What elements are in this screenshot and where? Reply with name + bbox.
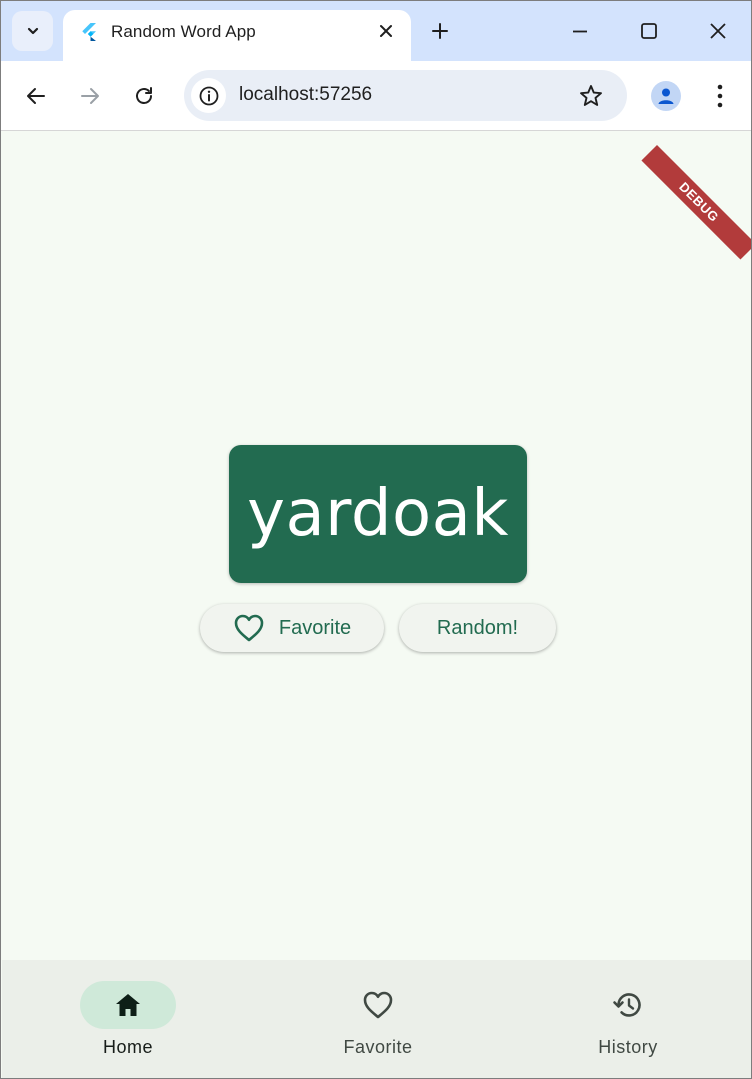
close-icon[interactable] <box>377 22 395 40</box>
url-text[interactable]: localhost:57256 <box>239 84 372 106</box>
profile-avatar[interactable] <box>651 81 681 111</box>
flutter-icon <box>82 23 96 41</box>
favorite-button[interactable]: Favorite <box>200 604 384 652</box>
nav-item-favorite[interactable]: Favorite <box>288 960 468 1078</box>
home-icon <box>116 994 140 1016</box>
nav-label-favorite: Favorite <box>343 1037 413 1057</box>
current-word: yardoak <box>247 477 509 551</box>
address-bar[interactable]: localhost:57256 <box>184 70 627 121</box>
heart-outline-icon <box>234 614 264 642</box>
minimize-icon[interactable] <box>570 21 590 41</box>
nav-label-history: History <box>598 1037 658 1057</box>
word-card: yardoak <box>229 445 527 583</box>
forward-arrow-icon[interactable] <box>78 84 102 108</box>
maximize-icon[interactable] <box>639 21 659 41</box>
favorite-button-label: Favorite <box>278 616 352 639</box>
history-icon <box>613 993 641 1017</box>
back-arrow-icon[interactable] <box>24 84 48 108</box>
nav-active-indicator <box>80 981 176 1029</box>
nav-label-home: Home <box>102 1037 153 1057</box>
random-button[interactable]: Random! <box>399 604 556 652</box>
random-button-label: Random! <box>436 616 519 639</box>
tab-search-button[interactable] <box>12 11 53 51</box>
chevron-down-icon <box>27 27 38 35</box>
tab-title: Random Word App <box>111 22 256 41</box>
more-vert-icon[interactable] <box>709 83 731 109</box>
bottom-navigation: Home Favorite History <box>2 960 751 1078</box>
nav-item-history[interactable]: History <box>538 960 718 1078</box>
browser-window: Random Word App localhost:57256 DEBUG ya… <box>0 0 752 1079</box>
heart-outline-icon <box>363 991 393 1019</box>
person-icon <box>658 88 674 104</box>
plus-icon[interactable] <box>430 21 450 41</box>
nav-item-home[interactable]: Home <box>38 960 218 1078</box>
browser-toolbar: localhost:57256 <box>1 61 751 131</box>
star-icon[interactable] <box>578 83 604 109</box>
debug-banner: DEBUG <box>641 145 751 260</box>
reload-icon[interactable] <box>132 84 156 108</box>
info-icon[interactable] <box>191 78 226 113</box>
app-content: DEBUG yardoak Favorite Random! <box>2 132 751 960</box>
title-bar: Random Word App <box>1 1 751 62</box>
close-window-icon[interactable] <box>708 21 728 41</box>
browser-tab[interactable]: Random Word App <box>63 10 411 62</box>
